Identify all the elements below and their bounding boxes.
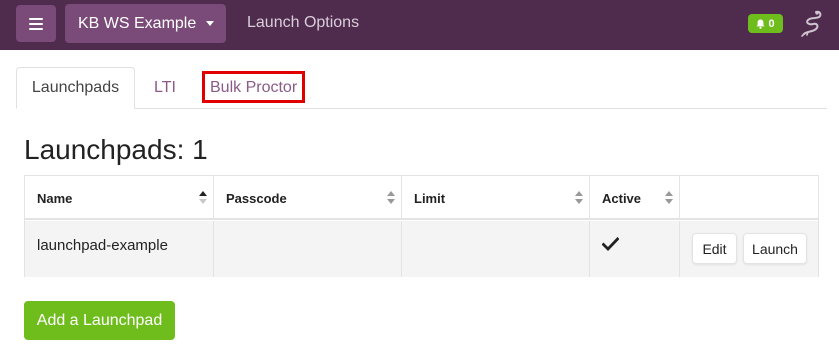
caret-down-icon xyxy=(206,21,215,26)
tab-label: Launchpads xyxy=(31,79,120,96)
column-header-active[interactable]: Active xyxy=(589,176,679,220)
scorpion-logo-icon[interactable] xyxy=(798,9,824,39)
notification-count: 0 xyxy=(768,17,775,30)
checkmark-icon xyxy=(602,237,619,251)
sort-icon xyxy=(665,191,673,205)
sort-icon xyxy=(575,191,583,205)
course-dropdown-label: KB WS Example xyxy=(78,14,197,32)
tabs-divider xyxy=(16,108,827,109)
column-header-name[interactable]: Name xyxy=(25,176,213,220)
menu-button[interactable] xyxy=(16,5,56,42)
column-header-passcode[interactable]: Passcode xyxy=(213,176,401,220)
table-header: Name Passcode Limit Active xyxy=(25,176,818,220)
launchpads-table: Name Passcode Limit Active launchpad-exa… xyxy=(24,175,819,277)
sort-icon xyxy=(387,191,395,205)
column-label: Active xyxy=(602,190,642,206)
top-navbar: KB WS Example Launch Options 0 xyxy=(0,0,839,50)
hamburger-icon xyxy=(29,17,43,30)
cell-name: launchpad-example xyxy=(37,236,168,254)
add-launchpad-button[interactable]: Add a Launchpad xyxy=(24,301,175,340)
sort-ascending-icon xyxy=(199,191,207,205)
cell-active xyxy=(589,221,679,277)
page-title: Launchpads: 1 xyxy=(24,134,208,165)
cell-passcode xyxy=(213,221,401,277)
tab-launchpads[interactable]: Launchpads xyxy=(16,67,135,109)
launch-button[interactable]: Launch xyxy=(743,233,807,264)
notifications-badge[interactable]: 0 xyxy=(748,14,783,33)
tab-lti[interactable]: LTI xyxy=(154,67,176,109)
cell-actions: Edit Launch xyxy=(679,221,818,277)
nav-launch-options[interactable]: Launch Options xyxy=(247,14,359,32)
column-label: Name xyxy=(37,190,73,206)
highlight-box xyxy=(202,71,305,103)
column-label: Limit xyxy=(414,190,446,206)
column-header-actions xyxy=(679,176,818,220)
column-label: Passcode xyxy=(226,190,287,206)
cell-limit xyxy=(401,221,589,277)
tab-label: LTI xyxy=(154,79,176,96)
edit-button[interactable]: Edit xyxy=(692,233,737,264)
bell-icon xyxy=(756,19,765,29)
table-row: launchpad-example Edit Launch xyxy=(25,221,818,277)
column-header-limit[interactable]: Limit xyxy=(401,176,589,220)
course-dropdown-button[interactable]: KB WS Example xyxy=(65,4,226,43)
